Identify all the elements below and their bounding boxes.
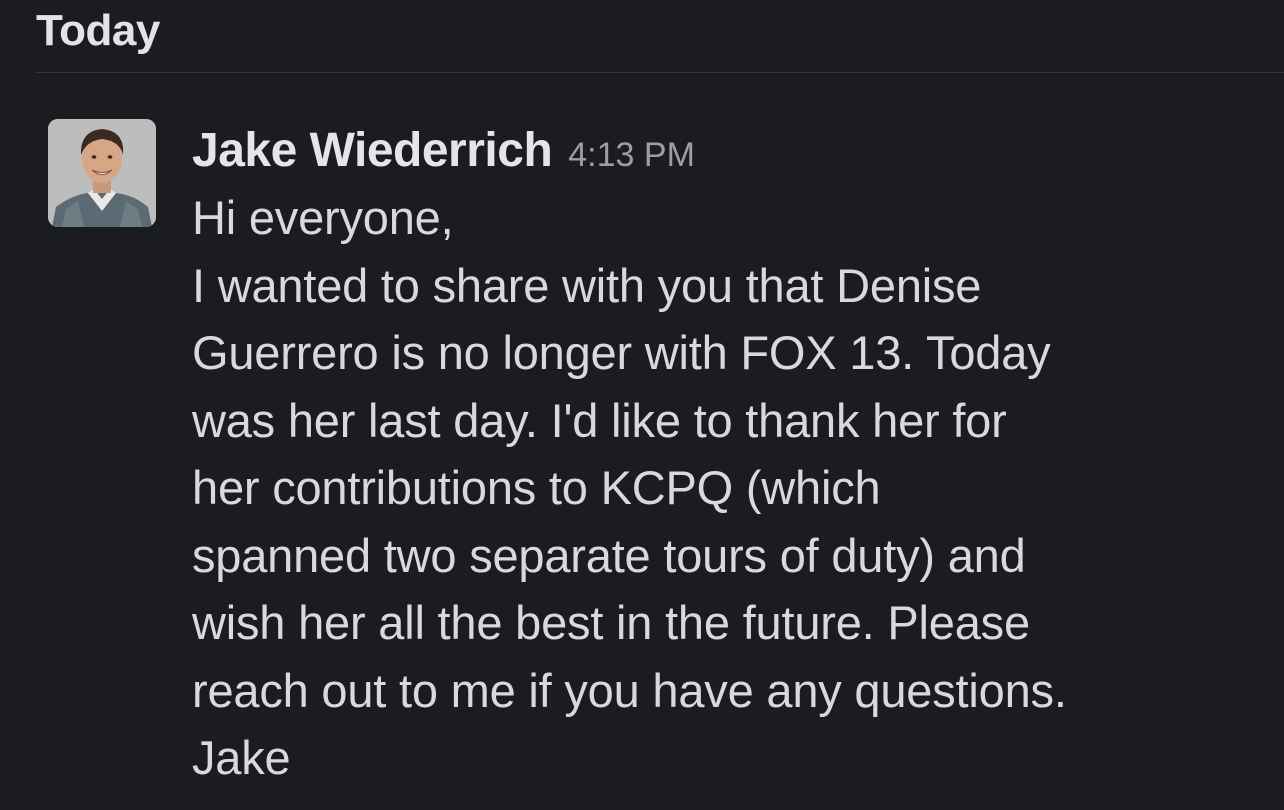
message-header: Jake Wiederrich 4:13 PM xyxy=(192,118,1252,184)
message-line: her contributions to KCPQ (which xyxy=(192,461,881,514)
message-line: Guerrero is no longer with FOX 13. Today xyxy=(192,326,1051,379)
avatar[interactable] xyxy=(48,119,156,227)
user-photo-icon xyxy=(48,119,156,227)
chat-view: Today Jake Wiederrich 4:13 PM Hi everyon… xyxy=(0,0,1284,810)
message-line: Jake xyxy=(192,731,291,784)
message-text: Hi everyone, I wanted to share with you … xyxy=(192,184,1252,792)
message-line: was her last day. I'd like to thank her … xyxy=(192,393,1007,447)
message-line: I wanted to share with you that Denise xyxy=(192,258,982,312)
message-line: Hi everyone, xyxy=(192,191,454,244)
day-divider-line xyxy=(36,72,1284,73)
message-timestamp[interactable]: 4:13 PM xyxy=(568,122,695,188)
message-line: reach out to me if you have any question… xyxy=(192,663,1067,717)
day-divider-label: Today xyxy=(36,6,160,55)
author-name[interactable]: Jake Wiederrich xyxy=(192,118,553,184)
message-line: spanned two separate tours of duty) and xyxy=(192,528,1026,582)
message-line: wish her all the best in the future. Ple… xyxy=(192,596,1030,649)
message: Jake Wiederrich 4:13 PM Hi everyone, I w… xyxy=(192,118,1252,792)
